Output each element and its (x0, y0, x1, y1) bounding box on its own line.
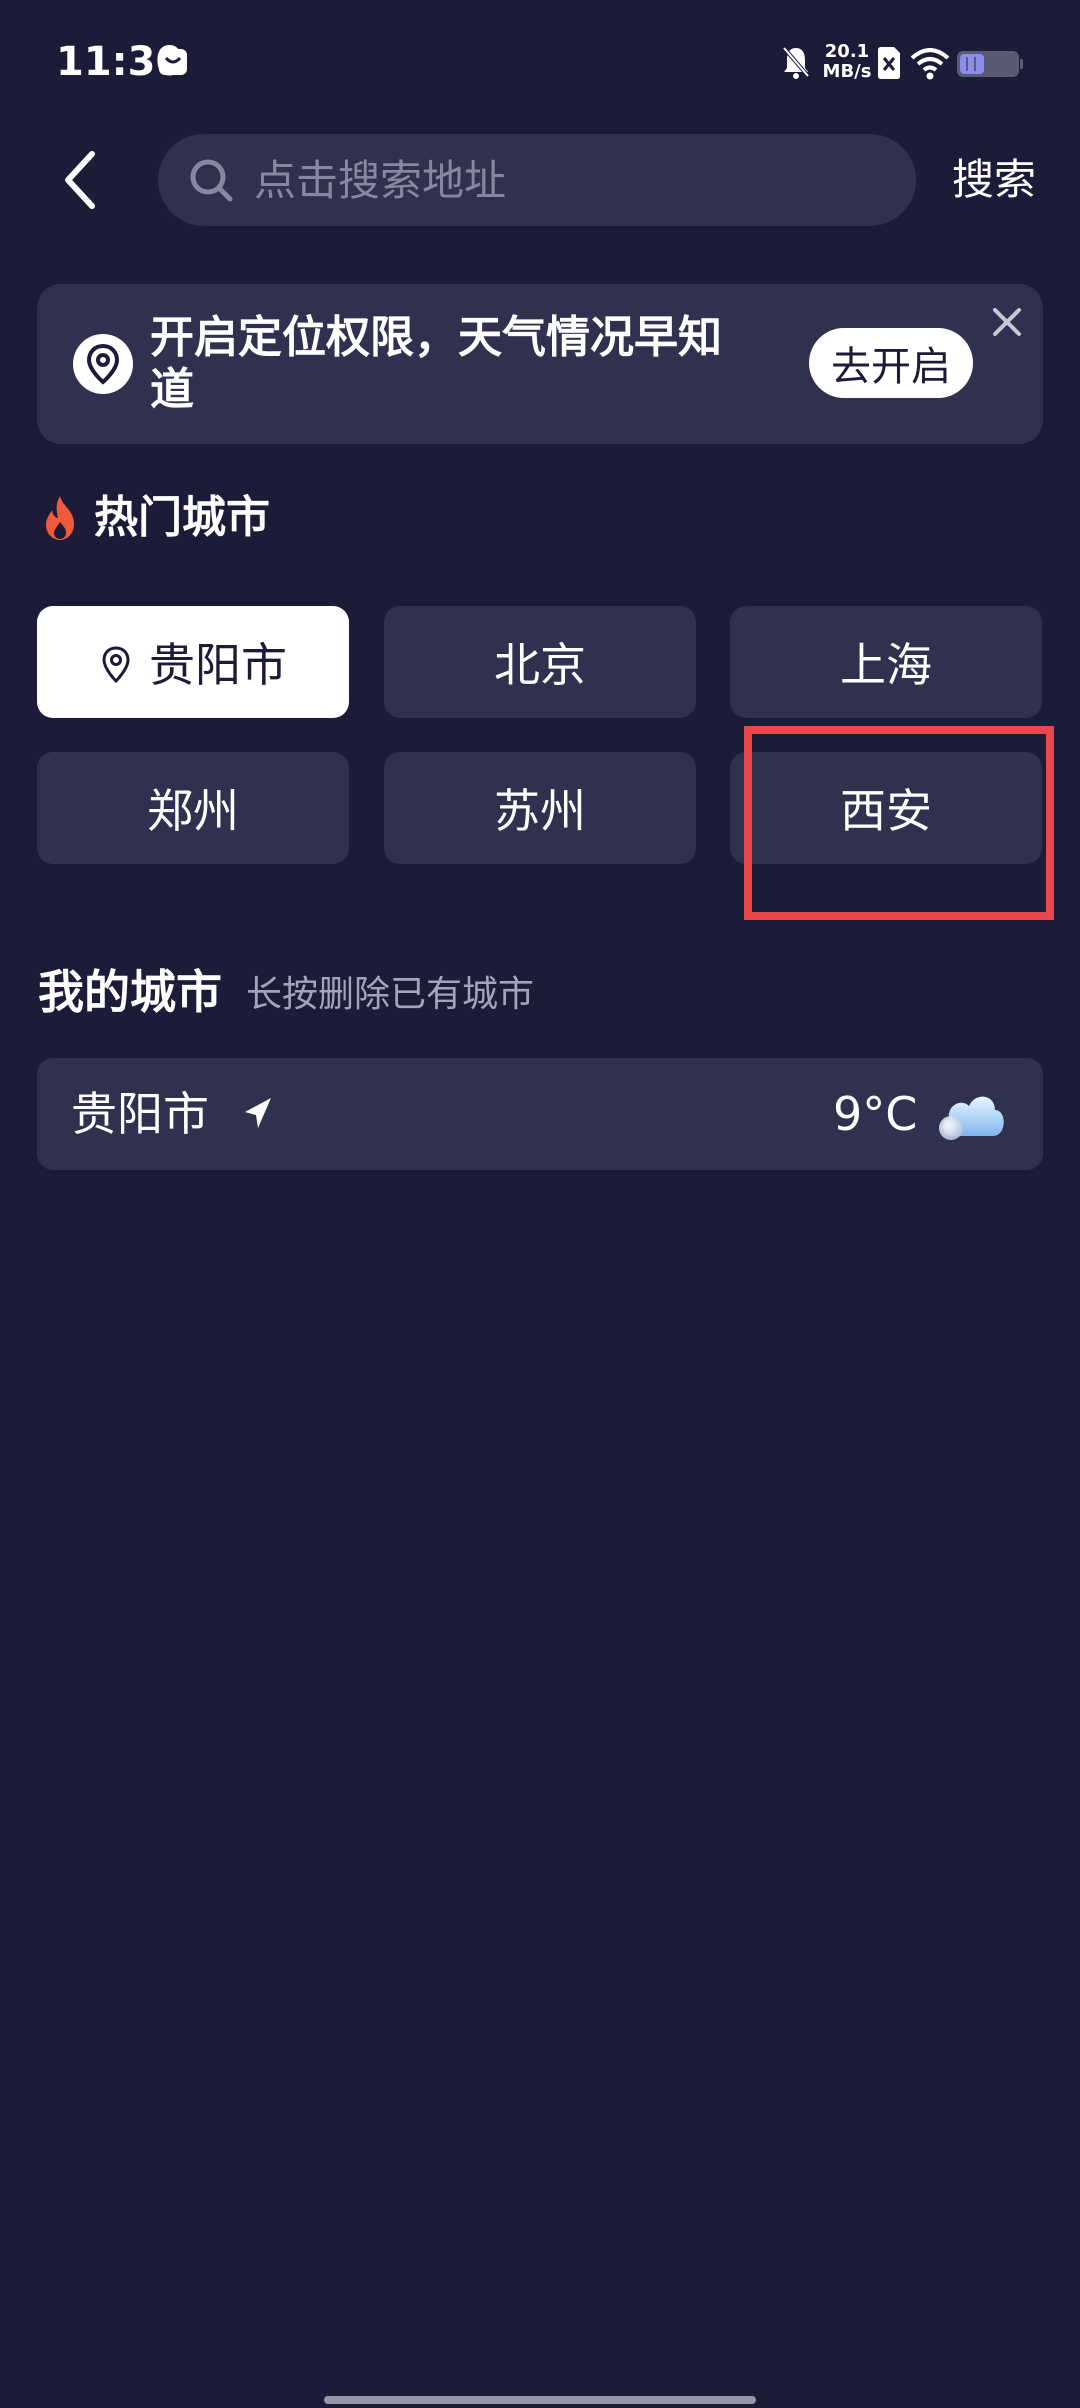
city-button-shanghai[interactable]: 上海 (730, 606, 1042, 718)
net-speed-value: 20.1 (824, 41, 870, 62)
search-icon (188, 157, 234, 203)
highlight-annotation (744, 726, 1054, 920)
city-button-label: 上海 (840, 638, 932, 692)
city-button-label: 北京 (494, 638, 586, 692)
home-indicator[interactable] (324, 2396, 756, 2404)
city-button-label: 苏州 (494, 784, 586, 838)
banner-text: 开启定位权限，天气情况早知道 (150, 312, 722, 415)
back-arrow-icon (65, 151, 95, 209)
city-button-beijing[interactable]: 北京 (384, 606, 696, 718)
city-button-suzhou[interactable]: 苏州 (384, 752, 696, 864)
search-box[interactable] (158, 134, 916, 226)
my-city-name: 贵阳市 (71, 1087, 209, 1141)
location-pin-icon (73, 334, 133, 394)
net-speed-unit: MB/s (822, 61, 872, 82)
message-icon (158, 48, 188, 76)
mute-bell-icon (780, 44, 812, 80)
current-location-arrow-icon (241, 1094, 275, 1134)
location-pin-icon (99, 642, 133, 684)
search-button[interactable]: 搜索 (952, 150, 1036, 210)
battery-icon (956, 50, 1024, 78)
search-input[interactable] (252, 154, 856, 206)
my-city-item[interactable]: 贵阳市 9°C (37, 1058, 1043, 1170)
cloudy-icon (933, 1080, 1009, 1146)
wifi-icon (910, 48, 950, 80)
my-cities-hint: 长按删除已有城市 (246, 974, 535, 1015)
sim-x-icon (876, 46, 902, 80)
my-cities-title: 我的城市 (38, 965, 222, 1019)
city-button-guiyang[interactable]: 贵阳市 (37, 606, 349, 718)
close-icon[interactable] (987, 302, 1027, 342)
city-button-zhengzhou[interactable]: 郑州 (37, 752, 349, 864)
location-permission-banner: 开启定位权限，天气情况早知道 去开启 (37, 284, 1043, 444)
hot-cities-title: 热门城市 (94, 492, 270, 543)
my-city-temperature: 9°C (833, 1087, 918, 1141)
fire-icon (40, 494, 80, 542)
city-button-label: 贵阳市 (149, 638, 287, 692)
back-button[interactable] (48, 140, 112, 220)
enable-location-button[interactable]: 去开启 (809, 328, 973, 398)
city-button-label: 郑州 (147, 784, 239, 838)
net-speed: 20.1 MB/s (822, 42, 872, 82)
